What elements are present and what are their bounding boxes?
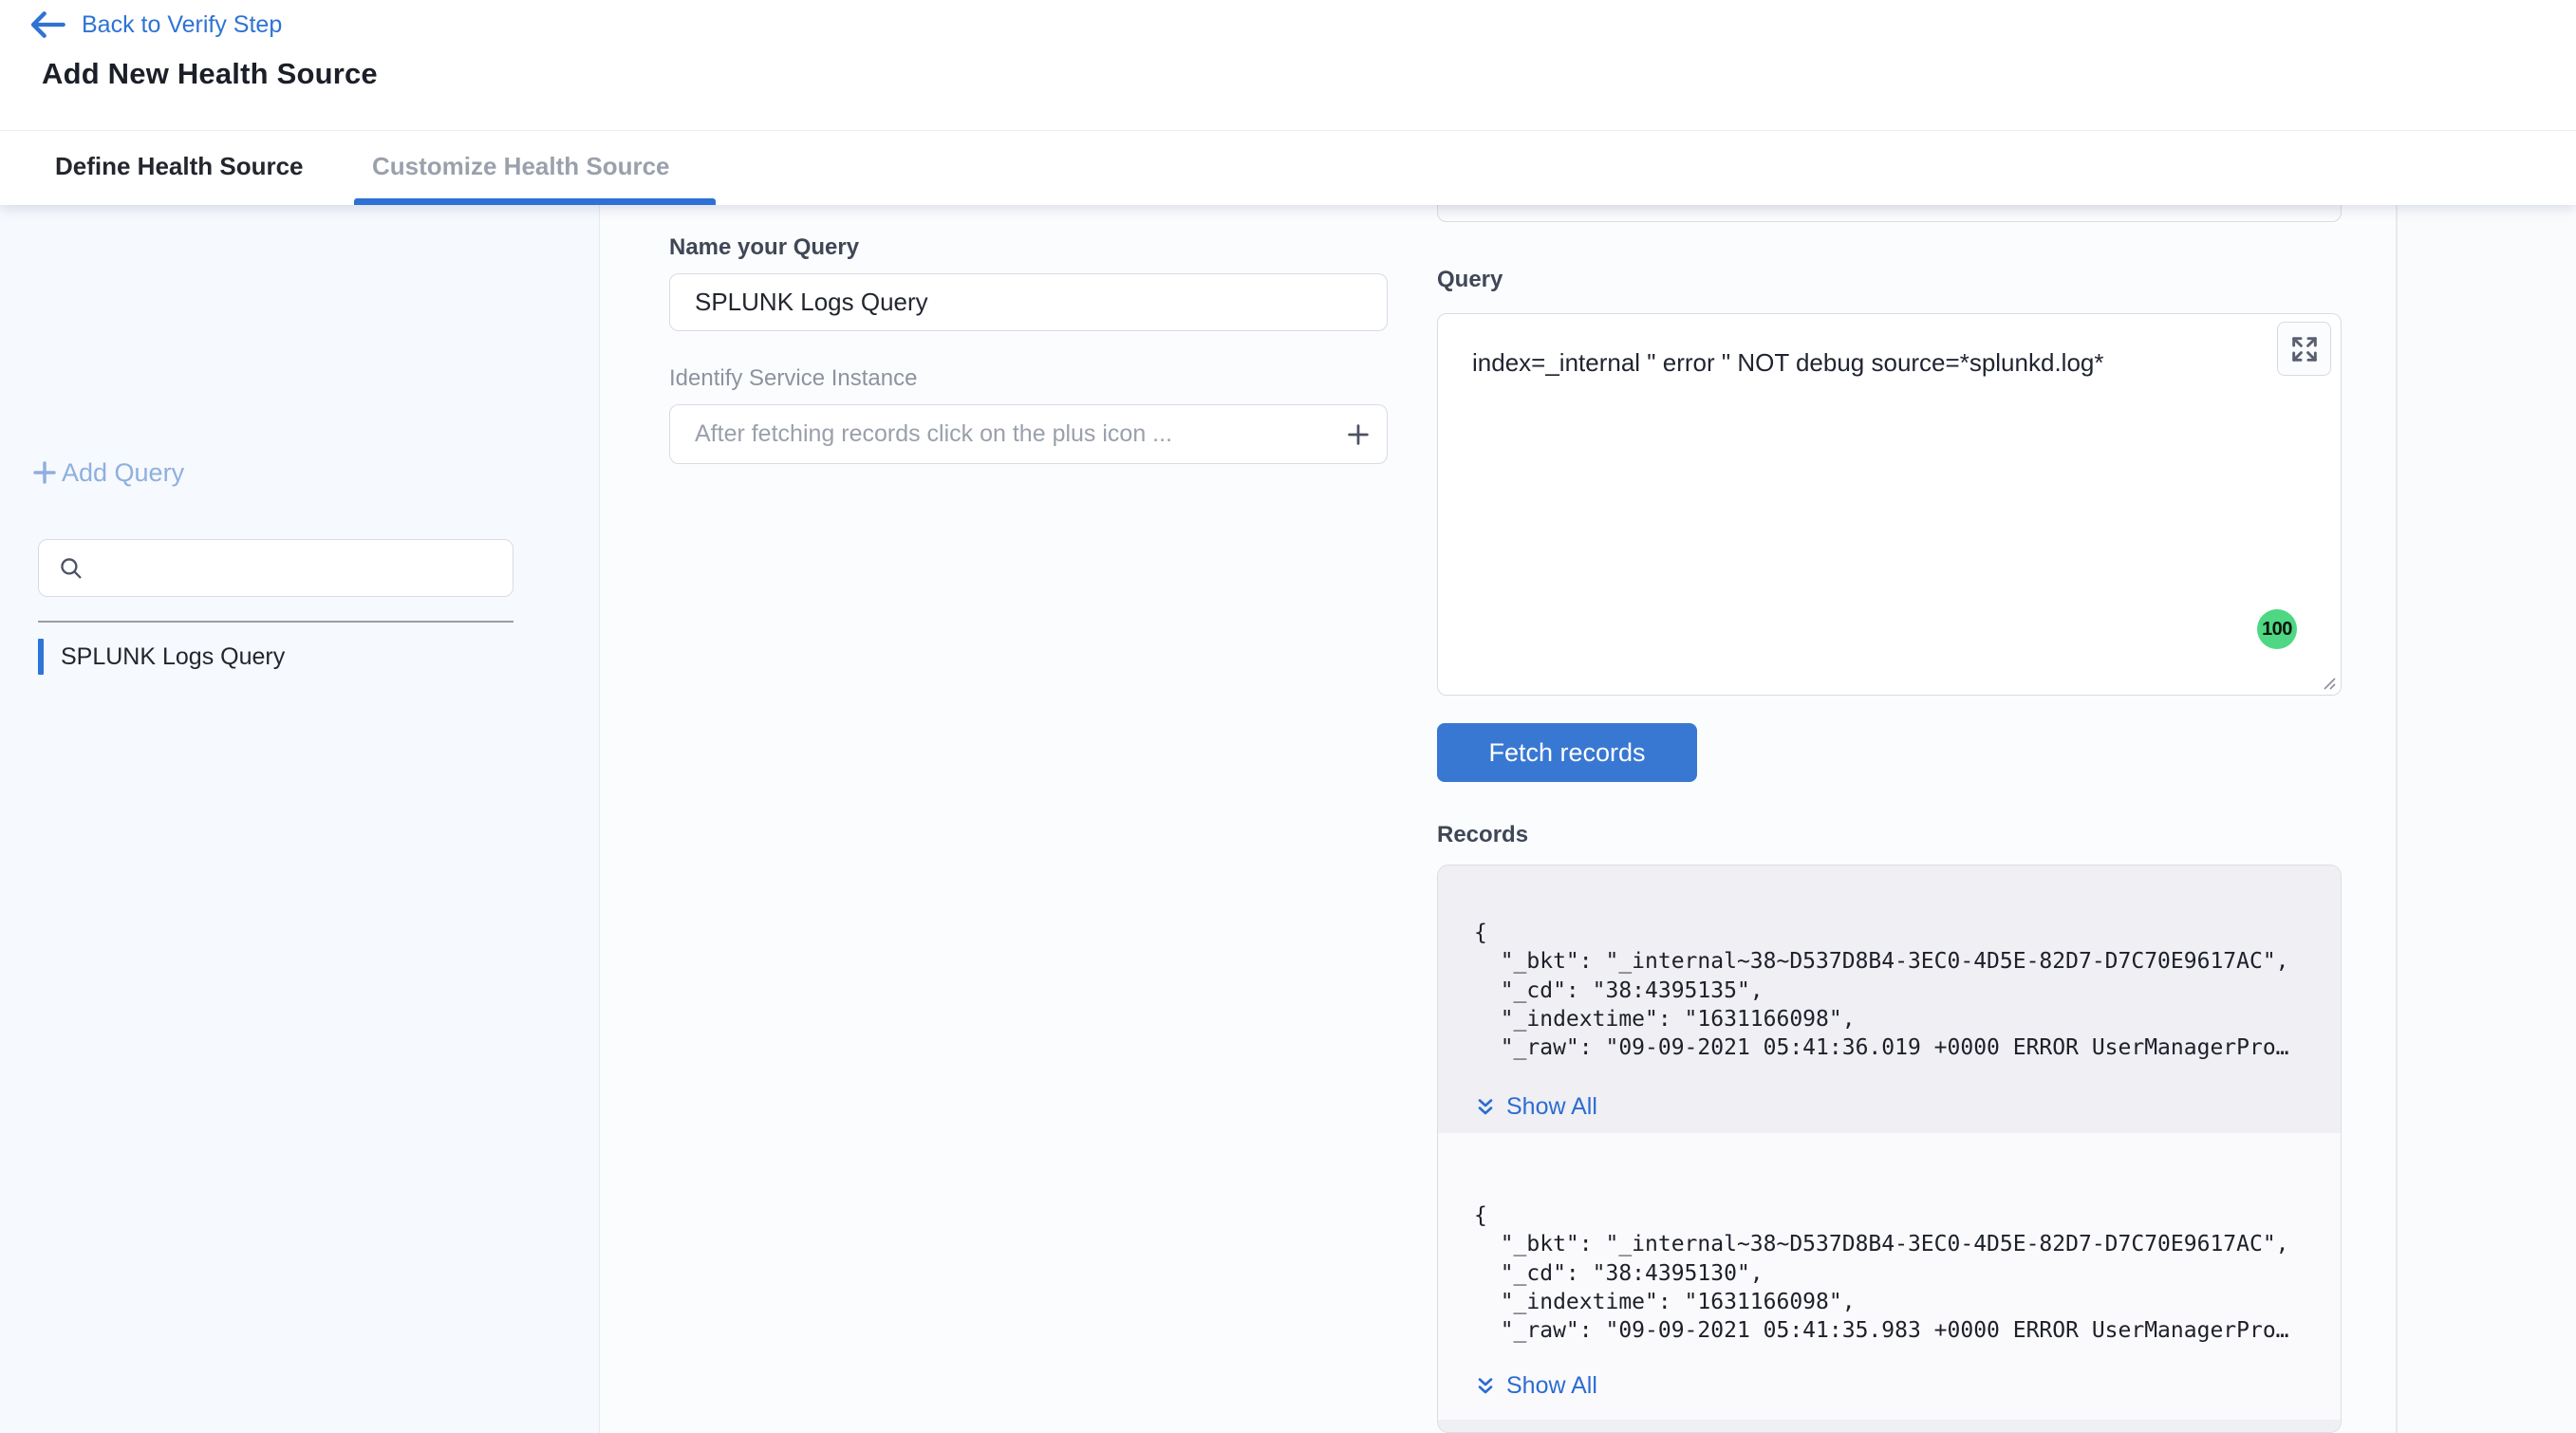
- service-instance-input[interactable]: [670, 420, 1330, 448]
- back-to-verify-step-link[interactable]: Back to Verify Step: [28, 8, 282, 42]
- add-query-label: Add Query: [62, 458, 184, 488]
- page-header: Back to Verify Step Add New Health Sourc…: [0, 0, 2576, 130]
- page-title: Add New Health Source: [42, 57, 378, 91]
- plus-icon: [1344, 420, 1372, 449]
- record-row: [1438, 1420, 2341, 1433]
- service-instance-add-button[interactable]: [1330, 406, 1387, 463]
- back-link-label: Back to Verify Step: [82, 11, 282, 39]
- query-name-input[interactable]: [670, 288, 1387, 317]
- fetch-records-button[interactable]: Fetch records: [1437, 723, 1697, 782]
- scrolled-field-clipped: [1437, 205, 2342, 223]
- records-label: Records: [1437, 822, 1528, 848]
- identify-service-instance-label: Identify Service Instance: [669, 365, 917, 392]
- resize-handle[interactable]: [2319, 673, 2338, 692]
- expand-query-button[interactable]: [2277, 322, 2331, 376]
- record-row: { "_bkt": "_internal~38~D537D8B4-3EC0-4D…: [1438, 865, 2341, 1133]
- query-name-field: [669, 273, 1388, 331]
- query-search-box: [38, 539, 513, 597]
- show-all-label: Show All: [1506, 1093, 1597, 1121]
- query-sidebar: Add Query SPLUNK Logs Query: [0, 205, 600, 1433]
- double-chevron-down-icon: [1474, 1096, 1497, 1119]
- service-instance-field: [669, 404, 1388, 464]
- show-all-link[interactable]: Show All: [1474, 1093, 1597, 1121]
- sidebar-item-splunk-logs-query[interactable]: SPLUNK Logs Query: [38, 638, 494, 676]
- arrows-out-icon: [2289, 334, 2320, 364]
- tab-define-health-source[interactable]: Define Health Source: [55, 152, 304, 181]
- sidebar-divider: [38, 621, 513, 623]
- query-label: Query: [1437, 267, 1503, 293]
- selected-indicator-bar: [38, 639, 44, 675]
- partially-visible-input[interactable]: [1437, 205, 2342, 222]
- name-your-query-label: Name your Query: [669, 234, 859, 261]
- query-text[interactable]: index=_internal " error " NOT debug sour…: [1472, 346, 2269, 379]
- add-query-button[interactable]: Add Query: [29, 457, 184, 488]
- search-icon: [58, 555, 84, 582]
- record-json: { "_bkt": "_internal~38~D537D8B4-3EC0-4D…: [1474, 1201, 2289, 1345]
- tab-customize-health-source[interactable]: Customize Health Source: [372, 152, 670, 181]
- record-count-badge: 100: [2257, 609, 2297, 649]
- query-search-input[interactable]: [96, 549, 513, 587]
- active-tab-underline: [354, 198, 716, 205]
- plus-icon: [29, 457, 60, 488]
- right-gutter: [2398, 205, 2576, 1433]
- records-list: { "_bkt": "_internal~38~D537D8B4-3EC0-4D…: [1437, 865, 2342, 1433]
- query-item-label: SPLUNK Logs Query: [61, 643, 285, 671]
- show-all-label: Show All: [1506, 1372, 1597, 1400]
- back-arrow-icon: [28, 10, 66, 39]
- record-json: { "_bkt": "_internal~38~D537D8B4-3EC0-4D…: [1474, 919, 2289, 1062]
- show-all-link[interactable]: Show All: [1474, 1372, 1597, 1400]
- content-right-divider: [2396, 205, 2398, 1433]
- record-row: { "_bkt": "_internal~38~D537D8B4-3EC0-4D…: [1438, 1133, 2341, 1420]
- wizard-tab-bar: Define Health Source Customize Health So…: [0, 130, 2576, 205]
- double-chevron-down-icon: [1474, 1375, 1497, 1398]
- add-health-source-page: Back to Verify Step Add New Health Sourc…: [0, 0, 2576, 1433]
- query-editor[interactable]: index=_internal " error " NOT debug sour…: [1437, 313, 2342, 696]
